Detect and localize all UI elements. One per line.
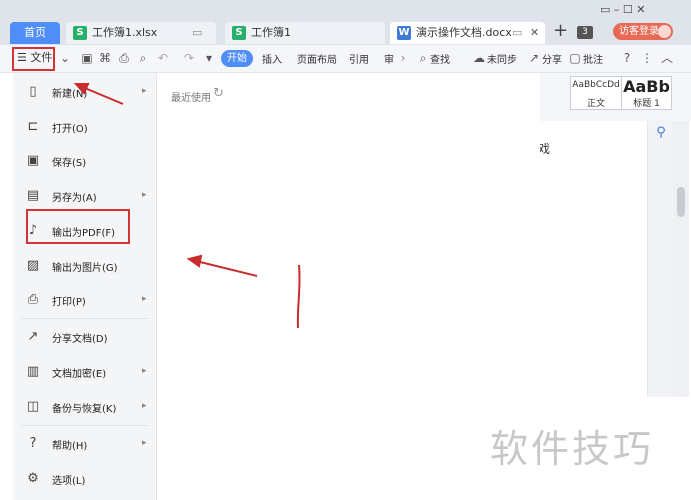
arrowhead: [73, 83, 90, 95]
arrowhead: [186, 254, 203, 268]
app-window: ▭ – ☐ ✕ 首页 S 工作簿1.xlsx ▭ S 工作簿1 W 演示操作文档…: [0, 0, 691, 500]
annotation-stroke: [296, 264, 301, 329]
watermark-text: 软件技巧: [490, 427, 655, 471]
annotation-arrow-pdf: [195, 260, 258, 277]
